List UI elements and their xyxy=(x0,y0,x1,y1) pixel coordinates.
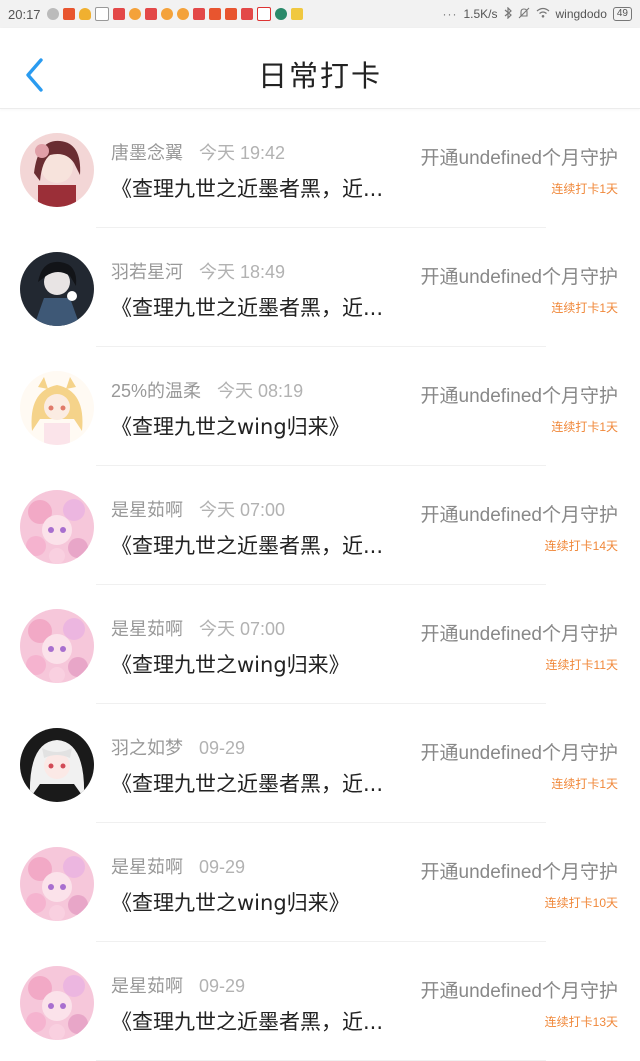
book-title[interactable]: 《查理九世之wing归来》 xyxy=(111,887,406,917)
guard-action-text: 开通undefined个月守护 xyxy=(420,862,618,883)
user-name: 羽之如梦 09-29 xyxy=(111,734,245,760)
avatar[interactable] xyxy=(20,728,94,802)
cloud-icon xyxy=(78,8,91,20)
bluetooth-icon xyxy=(504,6,512,22)
wifi-icon xyxy=(536,7,550,21)
avatar[interactable] xyxy=(20,371,94,445)
checkin-time: 今天 07:00 xyxy=(199,619,286,639)
avatar[interactable] xyxy=(20,966,94,1040)
user-name-text[interactable]: 唐墨念翼 xyxy=(111,143,183,163)
avatar[interactable] xyxy=(20,252,94,326)
user-name-text[interactable]: 羽之如梦 xyxy=(111,738,183,758)
checkin-time: 今天 18:49 xyxy=(199,262,286,282)
book-title[interactable]: 《查理九世之近墨者黑，近... xyxy=(111,292,406,322)
checkin-time: 09-29 xyxy=(199,857,246,877)
streak-badge: 连续打卡1天 xyxy=(551,777,618,791)
checkin-row[interactable]: 羽之如梦 09-29 《查理九世之近墨者黑，近... 开通undefined个月守护连… xyxy=(0,704,640,823)
guard-action-text: 开通undefined个月守护 xyxy=(420,624,618,645)
page-title: 日常打卡 xyxy=(257,59,382,93)
more-dots-icon: ··· xyxy=(442,7,458,21)
streak-badge: 连续打卡13天 xyxy=(544,1015,618,1029)
avatar[interactable] xyxy=(20,609,94,683)
streak-badge: 连续打卡11天 xyxy=(545,658,618,672)
user-name-text[interactable]: 羽若星河 xyxy=(111,262,183,282)
checkin-row[interactable]: 羽若星河 今天 18:49 《查理九世之近墨者黑，近... 开通undefined个月… xyxy=(0,228,640,347)
guard-action-text: 开通undefined个月守护 xyxy=(420,743,618,764)
status-bar: 20:17 ··· 1.5K/s wingdodo 49 xyxy=(0,0,640,28)
checkin-time: 今天 19:42 xyxy=(199,143,286,163)
streak-badge: 连续打卡1天 xyxy=(551,182,618,196)
app-icon xyxy=(160,8,173,20)
checkin-row[interactable]: 是星茹啊 今天 07:00 《查理九世之wing归来》 开通undefined个月守护… xyxy=(0,585,640,704)
user-name: 是星茹啊 09-29 xyxy=(111,972,245,998)
checkin-time: 今天 08:19 xyxy=(217,381,304,401)
user-name-text[interactable]: 是星茹啊 xyxy=(111,857,183,877)
user-name: 是星茹啊 今天 07:00 xyxy=(111,496,285,522)
wechat-icon xyxy=(46,8,59,20)
avatar[interactable] xyxy=(20,133,94,207)
checkin-row[interactable]: 唐墨念翼 今天 19:42 《查理九世之近墨者黑，近... 开通undefined个月… xyxy=(0,109,640,228)
book-title[interactable]: 《查理九世之近墨者黑，近... xyxy=(111,768,406,798)
status-time: 20:17 xyxy=(8,6,41,22)
app-icon xyxy=(240,8,253,20)
network-speed: 1.5K/s xyxy=(463,7,498,21)
app-icon xyxy=(256,7,271,21)
guard-action-text: 开通undefined个月守护 xyxy=(420,267,618,288)
guard-action-text: 开通undefined个月守护 xyxy=(420,148,618,169)
user-name: 是星茹啊 今天 07:00 xyxy=(111,615,285,641)
streak-badge: 连续打卡1天 xyxy=(551,420,618,434)
notification-icons xyxy=(46,7,303,21)
user-name-text[interactable]: 是星茹啊 xyxy=(111,619,183,639)
guard-action-text: 开通undefined个月守护 xyxy=(420,386,618,407)
status-right: ··· 1.5K/s wingdodo 49 xyxy=(442,6,632,22)
app-icon xyxy=(112,8,125,20)
app-icon xyxy=(128,8,141,20)
checkin-row[interactable]: 是星茹啊 今天 07:00 《查理九世之近墨者黑，近... 开通undefined个月… xyxy=(0,466,640,585)
mute-icon xyxy=(518,7,530,22)
battery-icon: 49 xyxy=(612,7,632,21)
user-name-text[interactable]: 是星茹啊 xyxy=(111,500,183,520)
app-icon xyxy=(192,8,205,20)
app-icon xyxy=(274,8,287,20)
guard-action-text: 开通undefined个月守护 xyxy=(420,505,618,526)
user-name-text[interactable]: 是星茹啊 xyxy=(111,976,183,996)
checkin-list: 唐墨念翼 今天 19:42 《查理九世之近墨者黑，近... 开通undefined个月… xyxy=(0,109,640,1061)
book-title[interactable]: 《查理九世之wing归来》 xyxy=(111,411,406,441)
app-icon xyxy=(94,7,109,21)
user-name: 羽若星河 今天 18:49 xyxy=(111,258,285,284)
wifi-name: wingdodo xyxy=(555,7,607,21)
book-title[interactable]: 《查理九世之wing归来》 xyxy=(111,649,406,679)
guard-action-text: 开通undefined个月守护 xyxy=(420,981,618,1002)
checkin-row[interactable]: 是星茹啊 09-29 《查理九世之wing归来》 开通undefined个月守护连续打… xyxy=(0,823,640,942)
avatar[interactable] xyxy=(20,847,94,921)
streak-badge: 连续打卡1天 xyxy=(551,301,618,315)
app-icon xyxy=(208,8,221,20)
checkin-row[interactable]: 是星茹啊 09-29 《查理九世之近墨者黑，近... 开通undefined个月守护连… xyxy=(0,942,640,1061)
user-name: 唐墨念翼 今天 19:42 xyxy=(111,139,285,165)
book-title[interactable]: 《查理九世之近墨者黑，近... xyxy=(111,1006,406,1036)
checkin-row[interactable]: 25%的温柔 今天 08:19 《查理九世之wing归来》 开通undefined个月… xyxy=(0,347,640,466)
book-title[interactable]: 《查理九世之近墨者黑，近... xyxy=(111,530,406,560)
checkin-time: 09-29 xyxy=(199,976,246,996)
app-icon xyxy=(62,8,75,20)
streak-badge: 连续打卡14天 xyxy=(544,539,618,553)
streak-badge: 连续打卡10天 xyxy=(544,896,618,910)
header: 日常打卡 xyxy=(0,28,640,109)
user-name: 25%的温柔 今天 08:19 xyxy=(111,377,303,403)
checkin-time: 09-29 xyxy=(199,738,246,758)
app-icon xyxy=(224,8,237,20)
app-icon xyxy=(144,8,157,20)
checkin-time: 今天 07:00 xyxy=(199,500,286,520)
book-title[interactable]: 《查理九世之近墨者黑，近... xyxy=(111,173,406,203)
avatar[interactable] xyxy=(20,490,94,564)
user-name: 是星茹啊 09-29 xyxy=(111,853,245,879)
app-icon xyxy=(290,8,303,20)
user-name-text[interactable]: 25%的温柔 xyxy=(111,381,201,401)
app-icon xyxy=(176,8,189,20)
